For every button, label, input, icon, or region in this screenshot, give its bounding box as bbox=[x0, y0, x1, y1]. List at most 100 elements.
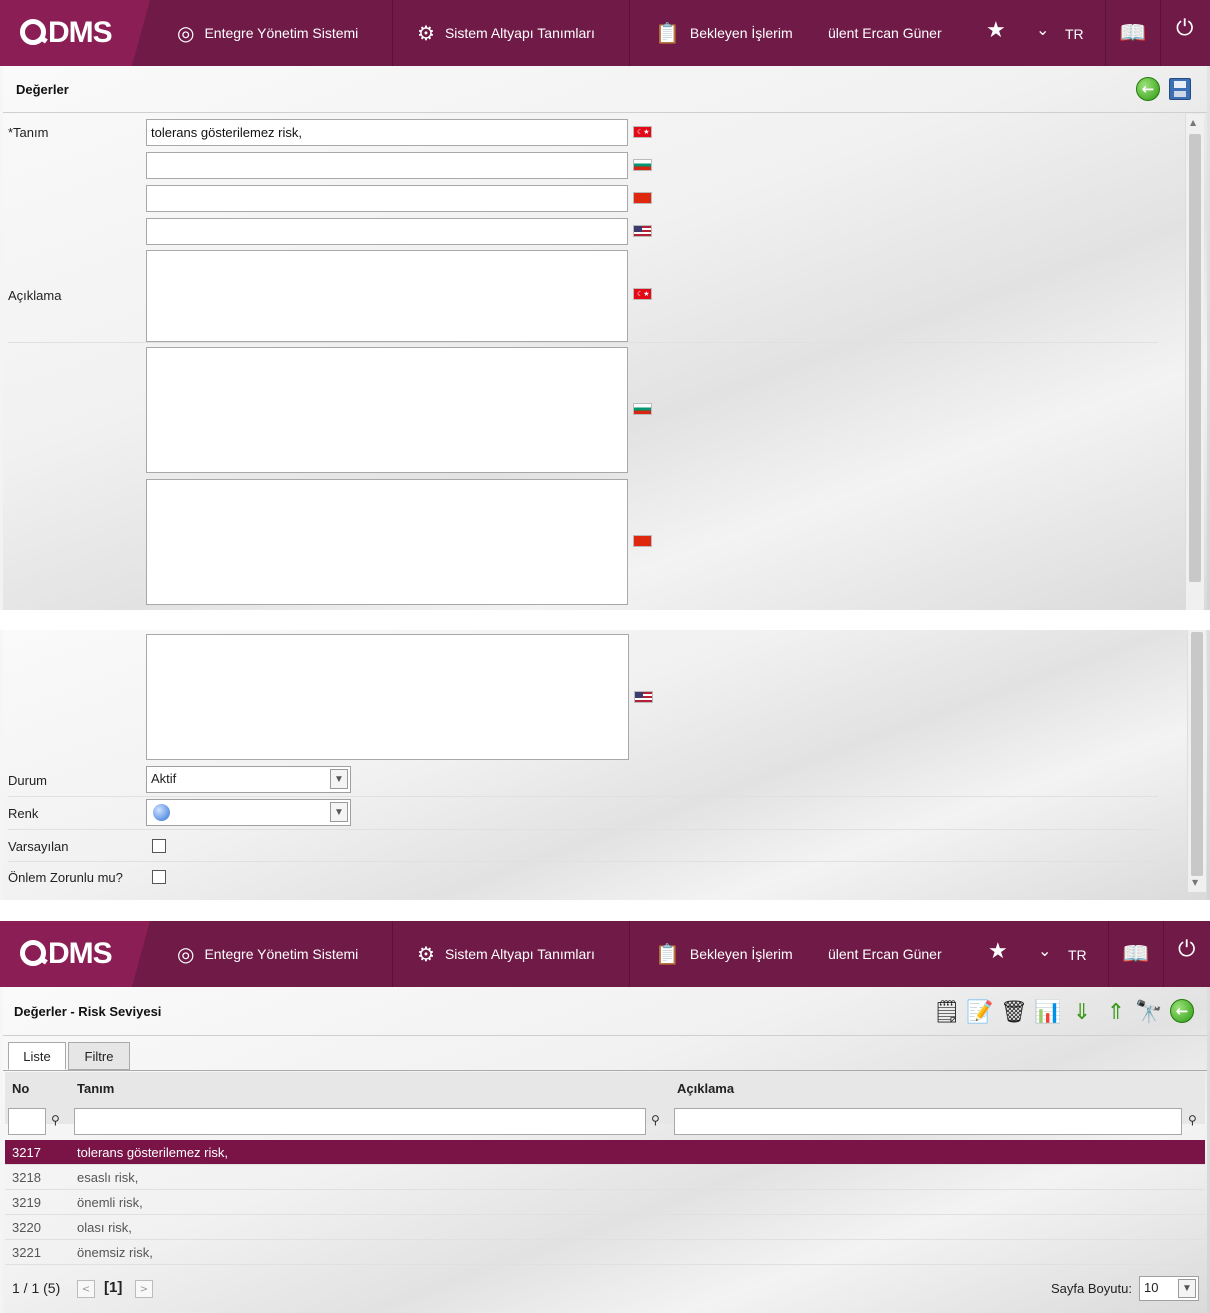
tanim-input-cn[interactable] bbox=[146, 185, 628, 212]
pager-info: 1 / 1 (5) bbox=[12, 1280, 61, 1296]
current-page[interactable]: [1] bbox=[104, 1279, 122, 1296]
gear-icon: ⚙ bbox=[417, 22, 435, 45]
scroll-up-icon[interactable]: ▲ bbox=[1190, 118, 1196, 127]
help-book-icon[interactable]: 📖 bbox=[1108, 921, 1164, 987]
filter-icon[interactable]: ⚲ bbox=[1188, 1113, 1197, 1127]
filter-aciklama-input[interactable] bbox=[674, 1108, 1182, 1135]
renk-select[interactable]: ▼ bbox=[146, 799, 351, 826]
dms-logo[interactable]: DMS bbox=[20, 937, 113, 971]
language-selector[interactable]: TR bbox=[1065, 26, 1084, 42]
nav-bekleyen-islerim[interactable]: 📋 Bekleyen İşlerim bbox=[643, 0, 828, 66]
filter-icon[interactable]: ⚲ bbox=[651, 1113, 660, 1127]
flag-us-icon bbox=[633, 225, 652, 237]
table-row[interactable]: 3219 önemli risk, bbox=[5, 1190, 1205, 1215]
delete-record-icon[interactable]: 🗑 bbox=[1000, 998, 1028, 1026]
power-icon[interactable]: ⏻ bbox=[1178, 937, 1195, 962]
table-row[interactable]: 3217 tolerans gösterilemez risk, bbox=[5, 1140, 1205, 1165]
q-logo-icon: ◎ bbox=[177, 22, 195, 45]
add-record-icon[interactable]: 🗒 bbox=[933, 998, 961, 1026]
back-arrow-icon: ← bbox=[1136, 77, 1160, 101]
tab-liste[interactable]: Liste bbox=[8, 1042, 66, 1070]
gear-icon: ⚙ bbox=[417, 943, 435, 966]
star-icon[interactable]: ★ bbox=[986, 18, 1006, 43]
save-icon bbox=[1169, 78, 1191, 100]
back-arrow-icon: ← bbox=[1170, 999, 1194, 1023]
user-name[interactable]: ülent Ercan Güner bbox=[828, 0, 942, 66]
nav-sistem-altyapi[interactable]: ⚙ Sistem Altyapı Tanımları bbox=[405, 0, 630, 66]
aciklama-textarea-cn[interactable] bbox=[146, 479, 628, 605]
flag-tr-icon bbox=[633, 288, 652, 300]
page-size-select[interactable]: 10 ▼ bbox=[1139, 1276, 1199, 1301]
dms-logo[interactable]: DMS bbox=[20, 16, 113, 50]
table-row[interactable]: 3218 esaslı risk, bbox=[5, 1165, 1205, 1190]
flag-cn-icon bbox=[633, 535, 652, 547]
renk-label: Renk bbox=[8, 806, 39, 821]
form-title: Değerler bbox=[16, 82, 69, 97]
form-panel-bottom: Durum Aktif ▼ Renk ▼ Varsayılan Önlem Zo… bbox=[0, 630, 1210, 900]
flag-cn-icon bbox=[633, 192, 652, 204]
table-row[interactable]: 3220 olası risk, bbox=[5, 1215, 1205, 1240]
filter-tanim-input[interactable] bbox=[74, 1108, 646, 1135]
export-excel-icon[interactable]: 📊 bbox=[1034, 998, 1062, 1026]
tanim-input-tr[interactable] bbox=[146, 119, 628, 146]
nav-entegre-yonetim[interactable]: ◎ Entegre Yönetim Sistemi bbox=[165, 921, 393, 987]
onlem-checkbox[interactable] bbox=[152, 870, 166, 884]
power-icon[interactable]: ⏻ bbox=[1176, 16, 1193, 41]
chevron-down-icon[interactable]: ▼ bbox=[330, 802, 348, 822]
prev-page-button[interactable]: < bbox=[77, 1280, 95, 1298]
filter-no-input[interactable] bbox=[8, 1108, 46, 1135]
tanim-input-us[interactable] bbox=[146, 218, 628, 245]
binoculars-icon[interactable]: 🔭 bbox=[1135, 998, 1163, 1026]
help-book-icon[interactable]: 📖 bbox=[1105, 0, 1161, 66]
form-panel-top: Değerler ← *Tanım Açıklama ▲ bbox=[0, 66, 1210, 610]
nav-entegre-yonetim[interactable]: ◎ Entegre Yönetim Sistemi bbox=[165, 0, 393, 66]
back-button[interactable]: ← bbox=[1169, 998, 1195, 1024]
q-logo-icon bbox=[20, 940, 46, 966]
next-page-button[interactable]: > bbox=[135, 1280, 153, 1298]
tab-bar: Liste Filtre bbox=[8, 1042, 1208, 1070]
back-button[interactable]: ← bbox=[1135, 76, 1161, 102]
nav-bekleyen-islerim[interactable]: 📋 Bekleyen İşlerim bbox=[643, 921, 828, 987]
column-tanim[interactable]: Tanım bbox=[77, 1081, 114, 1096]
tanim-label: *Tanım bbox=[8, 125, 49, 140]
scroll-down-icon[interactable]: ▼ bbox=[1192, 878, 1198, 887]
user-name[interactable]: ülent Ercan Güner bbox=[828, 921, 942, 987]
tab-filtre[interactable]: Filtre bbox=[68, 1042, 130, 1070]
flag-us-icon bbox=[634, 691, 653, 703]
column-no[interactable]: No bbox=[12, 1081, 29, 1096]
scrollbar-thumb[interactable] bbox=[1189, 134, 1201, 582]
varsayilan-checkbox[interactable] bbox=[152, 839, 166, 853]
filter-icon[interactable]: ⚲ bbox=[51, 1113, 60, 1127]
q-logo-icon bbox=[20, 19, 46, 45]
flag-bg-icon bbox=[633, 159, 652, 171]
nav-sistem-altyapi[interactable]: ⚙ Sistem Altyapı Tanımları bbox=[405, 921, 630, 987]
column-aciklama[interactable]: Açıklama bbox=[677, 1081, 734, 1096]
flag-tr-icon bbox=[633, 126, 652, 138]
scrollbar-thumb[interactable] bbox=[1191, 632, 1203, 876]
aciklama-textarea-bg[interactable] bbox=[146, 347, 628, 473]
chevron-down-icon[interactable]: ▼ bbox=[330, 769, 348, 789]
move-up-icon[interactable]: ⇑ bbox=[1102, 998, 1130, 1026]
save-button[interactable] bbox=[1167, 76, 1193, 102]
star-icon[interactable]: ★ bbox=[988, 939, 1008, 964]
edit-record-icon[interactable]: 📝 bbox=[966, 998, 994, 1026]
varsayilan-label: Varsayılan bbox=[8, 839, 69, 854]
aciklama-textarea-us[interactable] bbox=[146, 634, 629, 760]
move-down-icon[interactable]: ⇓ bbox=[1068, 998, 1096, 1026]
chevron-down-icon[interactable]: ⌄ bbox=[1036, 20, 1049, 39]
aciklama-textarea-tr[interactable] bbox=[146, 250, 628, 342]
aciklama-label: Açıklama bbox=[8, 288, 62, 303]
chevron-down-icon[interactable]: ⌄ bbox=[1038, 941, 1051, 960]
list-panel: Değerler - Risk Seviyesi 🗒 📝 🗑 📊 ⇓ ⇑ 🔭 ←… bbox=[0, 987, 1210, 1313]
language-selector[interactable]: TR bbox=[1068, 947, 1087, 963]
top-navbar: DMS ◎ Entegre Yönetim Sistemi ⚙ Sistem Alt… bbox=[0, 921, 1210, 987]
clipboard-icon: 📋 bbox=[655, 22, 680, 45]
form-scrollbar[interactable]: ▲ bbox=[1185, 114, 1204, 610]
list-title: Değerler - Risk Seviyesi bbox=[14, 1004, 162, 1019]
durum-select[interactable]: Aktif ▼ bbox=[146, 766, 351, 793]
tanim-input-bg[interactable] bbox=[146, 152, 628, 179]
table-row[interactable]: 3221 önemsiz risk, bbox=[5, 1240, 1205, 1265]
form-scrollbar[interactable]: ▼ bbox=[1187, 630, 1206, 892]
clipboard-icon: 📋 bbox=[655, 943, 680, 966]
chevron-down-icon[interactable]: ▼ bbox=[1178, 1279, 1196, 1298]
